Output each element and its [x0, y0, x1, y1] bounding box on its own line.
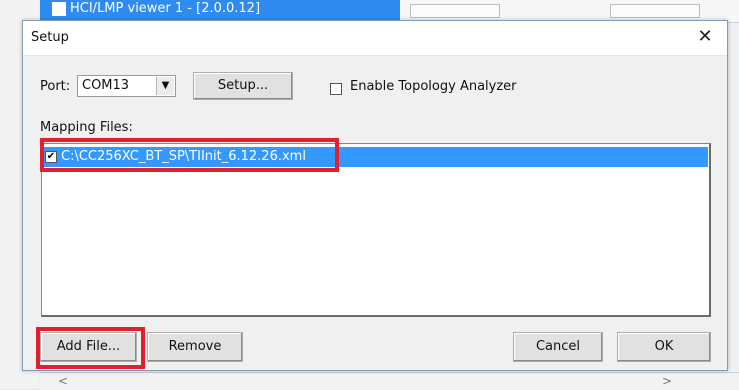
scroll-right-icon[interactable]: > — [662, 374, 672, 388]
port-select-value: COM13 — [82, 78, 130, 93]
background-tab — [610, 4, 700, 18]
close-icon[interactable]: ✕ — [693, 26, 717, 48]
background-tab — [410, 4, 500, 18]
highlight-box-mapping-file — [40, 138, 339, 172]
window-icon — [52, 2, 66, 16]
setup-dialog: Setup ✕ Port: COM13 ▼ Setup... Enable To… — [22, 20, 728, 371]
chevron-down-icon[interactable]: ▼ — [156, 77, 174, 95]
dialog-titlebar: Setup ✕ — [23, 21, 727, 56]
topology-analyzer-checkbox[interactable] — [330, 83, 342, 95]
background-window-title: HCI/LMP viewer 1 - [2.0.0.12] — [40, 0, 400, 22]
mapping-files-label: Mapping Files: — [40, 120, 133, 135]
ok-button[interactable]: OK — [617, 332, 711, 362]
highlight-box-add-file — [36, 327, 145, 369]
port-label: Port: — [40, 79, 71, 94]
background-window-title-text: HCI/LMP viewer 1 - [2.0.0.12] — [70, 1, 261, 16]
cancel-button[interactable]: Cancel — [513, 332, 603, 362]
port-select[interactable]: COM13 ▼ — [77, 75, 176, 97]
dialog-title: Setup — [31, 30, 69, 45]
topology-analyzer-label: Enable Topology Analyzer — [350, 79, 517, 94]
remove-button[interactable]: Remove — [147, 332, 243, 362]
background-scrollbar[interactable]: < > — [40, 372, 739, 390]
setup-button[interactable]: Setup... — [193, 72, 293, 100]
scroll-left-icon[interactable]: < — [58, 374, 68, 388]
